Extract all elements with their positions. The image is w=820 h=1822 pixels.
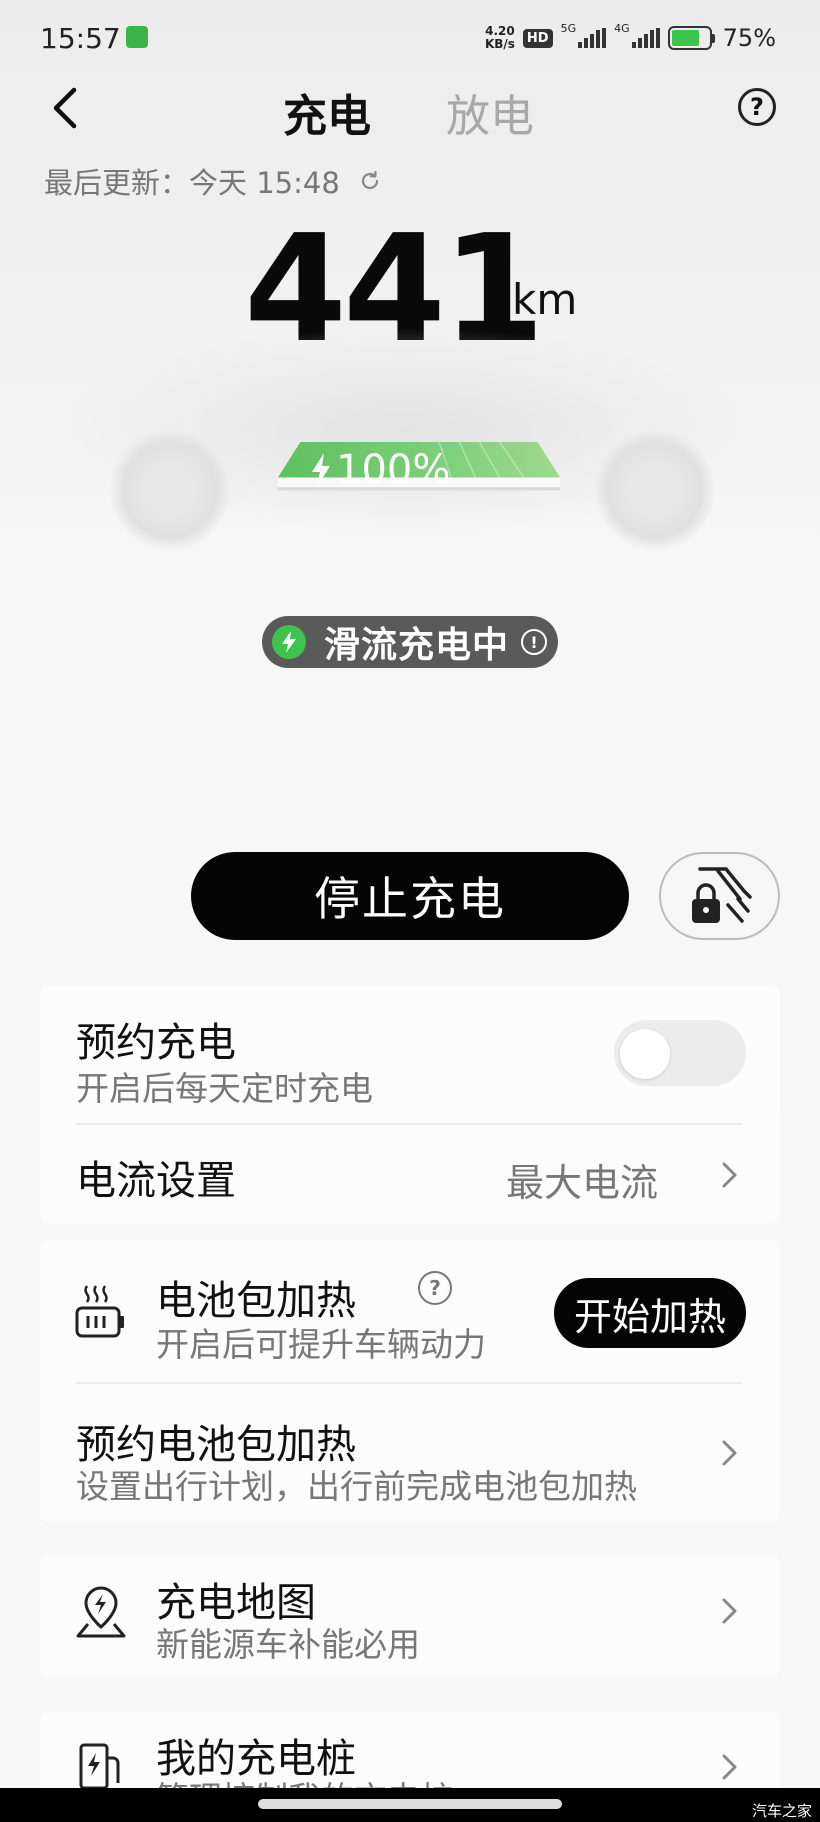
battery-status-fill [671, 30, 699, 46]
charger-lock-button[interactable] [659, 852, 780, 940]
charging-gun-lock-icon [691, 867, 752, 923]
charging-bolt-icon [272, 625, 306, 659]
tab-charge[interactable]: 充电 [283, 80, 371, 144]
signal2-label: 4G [614, 22, 630, 35]
charge-map-subtitle: 新能源车补能必用 [156, 1625, 420, 1664]
signal-4g-icon [631, 28, 660, 48]
signal-5g-icon [578, 28, 607, 48]
lightning-icon [312, 453, 330, 487]
charging-status-label: 滑流充电中 [324, 625, 510, 666]
start-heating-button[interactable]: 开始加热 [554, 1278, 746, 1348]
refresh-icon[interactable] [358, 169, 382, 193]
battery-heating-subtitle: 开启后可提升车辆动力 [156, 1325, 486, 1364]
net-speed-unit: KB/s [484, 37, 515, 51]
charging-status-badge[interactable]: 滑流充电中 ! [262, 616, 558, 668]
current-setting-value[interactable]: 最大电流 [506, 1152, 658, 1207]
status-icons: 4.20 KB/s HD 5G 4G 75% [485, 22, 776, 54]
info-icon[interactable]: ! [521, 629, 548, 655]
scheduled-heating-subtitle: 设置出行计划，出行前完成电池包加热 [76, 1467, 637, 1506]
battery-percent-text: 75% [722, 24, 776, 52]
app-notification-icon [126, 26, 148, 48]
net-speed: 4.20 KB/s [485, 25, 515, 51]
charging-pile-icon [79, 1743, 120, 1788]
stop-charging-button[interactable]: 停止充电 [191, 852, 629, 940]
watermark: 汽车之家 [751, 1802, 812, 1820]
chevron-right-icon[interactable] [719, 1750, 741, 1784]
chevron-right-icon[interactable] [719, 1158, 741, 1192]
divider [76, 1123, 742, 1125]
battery-heating-icon [75, 1285, 124, 1338]
last-update-text: 最后更新：今天 15:48 [44, 166, 340, 200]
chevron-right-icon[interactable] [719, 1594, 741, 1628]
signal1-label: 5G [560, 22, 577, 35]
question-mark-icon: ? [750, 93, 764, 121]
charging-map-pin-icon [76, 1586, 126, 1638]
help-button[interactable]: ? [738, 88, 776, 126]
divider [76, 1382, 742, 1384]
battery-status-icon [667, 26, 715, 50]
scheduled-charging-title: 预约充电 [76, 1020, 236, 1066]
car-wheel-left [110, 430, 230, 550]
toggle-knob [620, 1029, 670, 1079]
battery-heating-help-icon[interactable]: ? [418, 1271, 452, 1305]
hd-icon: HD [522, 28, 553, 48]
battery-level: 100% [310, 447, 450, 493]
chevron-right-icon[interactable] [719, 1436, 741, 1470]
status-time: 15:57 [40, 22, 121, 55]
chevron-left-icon [53, 87, 77, 129]
scheduled-charging-subtitle: 开启后每天定时充电 [76, 1069, 373, 1108]
home-gesture-handle[interactable] [258, 1799, 562, 1809]
current-setting-title[interactable]: 电流设置 [76, 1148, 236, 1206]
car-wheel-right [595, 430, 715, 550]
battery-percent: 100% [336, 447, 451, 493]
tab-discharge[interactable]: 放电 [446, 80, 534, 144]
range-unit: km [512, 275, 578, 324]
back-button[interactable] [46, 82, 86, 134]
last-update: 最后更新：今天 15:48 [44, 160, 382, 202]
